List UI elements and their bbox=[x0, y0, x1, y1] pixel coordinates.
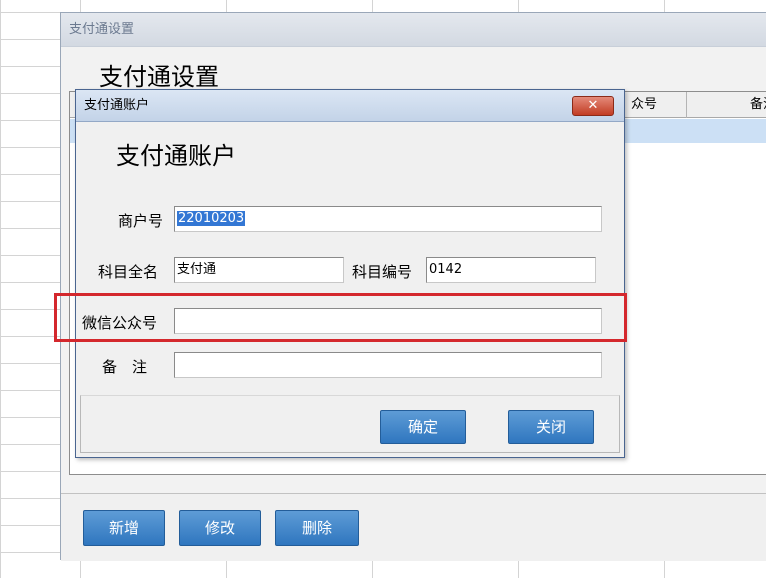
subject-name-input[interactable]: 支付通 bbox=[174, 257, 344, 283]
account-dialog: 支付通账户 ✕ 支付通账户 商户号 22010203 科目全名 支付通 科目编号… bbox=[75, 89, 625, 458]
delete-button[interactable]: 删除 bbox=[275, 510, 359, 546]
subject-code-label: 科目编号 bbox=[352, 263, 413, 281]
column-header-remark[interactable]: 备注 bbox=[686, 92, 766, 118]
edit-button[interactable]: 修改 bbox=[179, 510, 261, 546]
dialog-heading: 支付通账户 bbox=[116, 142, 236, 170]
highlight-box bbox=[54, 293, 627, 342]
merchant-id-label: 商户号 bbox=[118, 212, 164, 230]
merchant-id-input[interactable]: 22010203 bbox=[174, 206, 602, 232]
dialog-button-panel: 确定 关闭 bbox=[80, 395, 620, 453]
subject-code-input[interactable]: 0142 bbox=[426, 257, 596, 283]
button-bar: 新增 修改 删除 bbox=[61, 493, 766, 561]
page-title: 支付通设置 bbox=[99, 63, 219, 91]
dialog-title: 支付通账户 bbox=[76, 90, 624, 122]
column-header-wechat[interactable]: 众号 bbox=[624, 92, 686, 118]
subject-name-label: 科目全名 bbox=[98, 263, 159, 281]
remark-label: 备 注 bbox=[102, 358, 148, 376]
confirm-button[interactable]: 确定 bbox=[380, 410, 466, 444]
close-x-icon[interactable]: ✕ bbox=[572, 96, 614, 116]
add-button[interactable]: 新增 bbox=[83, 510, 165, 546]
remark-input[interactable] bbox=[174, 352, 602, 378]
close-button[interactable]: 关闭 bbox=[508, 410, 594, 444]
window-title: 支付通设置 bbox=[61, 13, 766, 47]
merchant-id-value: 22010203 bbox=[177, 211, 246, 226]
